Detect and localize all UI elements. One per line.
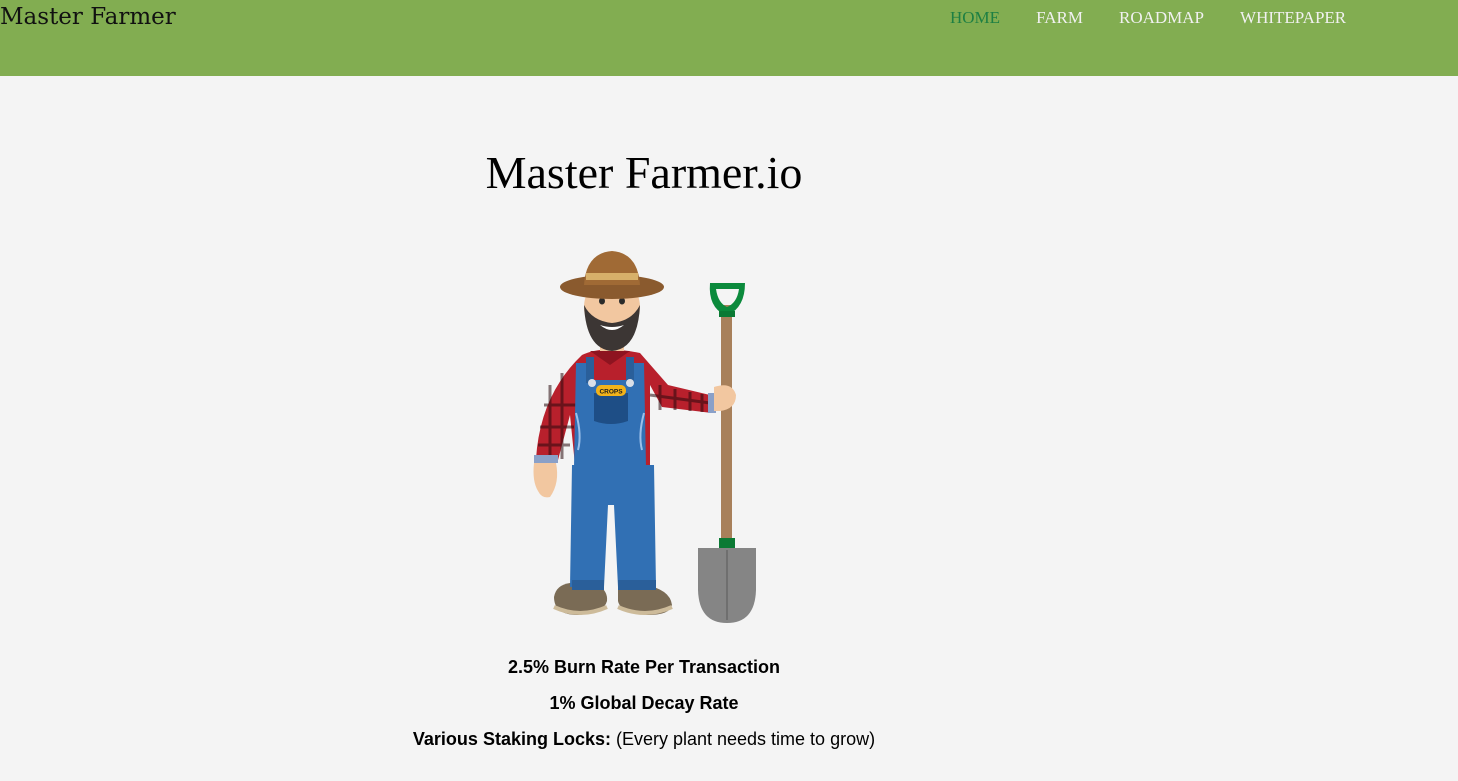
feature-staking-locks-bold: Various Staking Locks:: [412, 729, 611, 749]
left-hand: [533, 463, 558, 498]
shovel-grip: [709, 283, 745, 315]
feature-decay-rate: 1% Global Decay Rate: [0, 692, 1288, 715]
nav-links: HOME FARM ROADMAP WHITEPAPER: [932, 8, 1364, 28]
page-title: Master Farmer.io: [485, 147, 803, 198]
top-navbar: Master Farmer HOME FARM ROADMAP WHITEPAP…: [0, 0, 1458, 76]
features-list: 2.5% Burn Rate Per Transaction 1% Global…: [0, 656, 1288, 764]
nav-home[interactable]: HOME: [932, 8, 1018, 28]
nav-roadmap[interactable]: ROADMAP: [1101, 8, 1222, 28]
crops-badge-text: CROPS: [599, 389, 623, 396]
nav-farm[interactable]: FARM: [1018, 8, 1101, 28]
shovel-handle: [721, 305, 732, 550]
feature-decay-rate-bold: 1% Global Decay Rate: [549, 693, 739, 713]
feature-staking-locks-text: (Every plant needs time to grow): [610, 729, 876, 749]
overall-legs: [570, 465, 656, 587]
feature-burn-rate: 2.5% Burn Rate Per Transaction: [0, 656, 1288, 679]
feature-staking-locks: Various Staking Locks: (Every plant need…: [0, 728, 1288, 751]
feature-burn-rate-bold: 2.5% Burn Rate Per Transaction: [507, 657, 781, 677]
farmer-with-shovel-illustration: CROPS: [533, 251, 756, 623]
right-hand: [714, 385, 736, 411]
nav-whitepaper[interactable]: WHITEPAPER: [1222, 8, 1364, 28]
brand-link[interactable]: Master Farmer: [0, 4, 176, 30]
overall-pocket: [594, 393, 628, 424]
